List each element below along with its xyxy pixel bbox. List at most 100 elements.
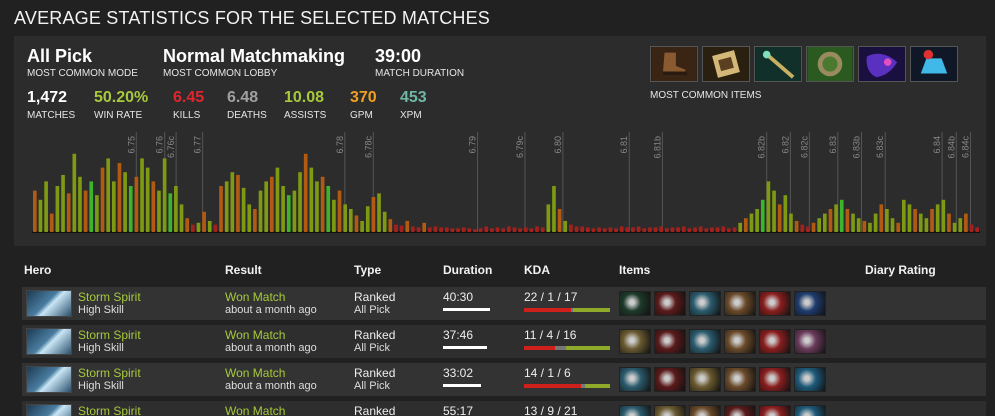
item-icon[interactable] [724, 405, 756, 416]
chart-bar [574, 226, 579, 232]
header-duration[interactable]: Duration [443, 263, 492, 277]
match-result[interactable]: Won Match [225, 366, 285, 380]
lobby-label: MOST COMMON LOBBY [163, 68, 278, 79]
item-icon[interactable] [619, 405, 651, 416]
hero-name[interactable]: Storm Spirit [78, 404, 141, 416]
wand-icon[interactable] [754, 46, 802, 82]
chart-bar [665, 228, 669, 232]
item-icon[interactable] [724, 329, 756, 354]
table-row[interactable]: Storm SpiritHigh SkillWon Matchabout a m… [22, 363, 986, 396]
header-kda[interactable]: KDA [524, 263, 550, 277]
chart-bar [117, 163, 122, 232]
item-icon[interactable] [794, 367, 826, 392]
hero-portrait-icon[interactable] [26, 328, 72, 355]
item-icon[interactable] [619, 329, 651, 354]
hero-name[interactable]: Storm Spirit [78, 366, 141, 380]
match-result[interactable]: Won Match [225, 404, 285, 416]
header-hero[interactable]: Hero [24, 263, 51, 277]
item-icon[interactable] [759, 329, 791, 354]
chart-bar [191, 224, 195, 232]
item-icon[interactable] [654, 329, 686, 354]
kda-bar-deaths [571, 308, 573, 312]
hero-portrait-icon[interactable] [26, 404, 72, 416]
header-result[interactable]: Result [225, 263, 262, 277]
boots-icon[interactable] [650, 46, 698, 82]
match-result[interactable]: Won Match [225, 290, 285, 304]
chart-bar [202, 211, 206, 232]
chart-bar [196, 222, 201, 232]
item-icon[interactable] [689, 405, 721, 416]
item-icon[interactable] [759, 367, 791, 392]
chart-bar [49, 213, 54, 232]
item-list [619, 329, 826, 354]
kda-bar-deaths [555, 346, 566, 350]
item-icon[interactable] [794, 405, 826, 416]
chart-bar [580, 226, 584, 232]
skill-bracket: High Skill [78, 380, 124, 392]
match-result[interactable]: Won Match [225, 328, 285, 342]
kda-value: 22 / 1 / 17 [524, 290, 578, 304]
chart-bar [670, 227, 675, 232]
table-row[interactable]: Storm SpiritHigh SkillWon Matchabout a m… [22, 401, 986, 416]
chart-bar [61, 174, 65, 232]
item-icon[interactable] [689, 291, 721, 316]
hero-name[interactable]: Storm Spirit [78, 290, 141, 304]
item-icon[interactable] [619, 367, 651, 392]
item-icon[interactable] [654, 291, 686, 316]
kda-bar [524, 346, 610, 350]
cloak-icon[interactable] [858, 46, 906, 82]
match-time: about a month ago [225, 304, 317, 316]
chart-bar [777, 204, 782, 232]
chart-bar [676, 227, 680, 232]
chart-bar [563, 220, 568, 232]
chart-bar [140, 158, 144, 232]
chart-bar [924, 218, 929, 232]
table-row[interactable]: Storm SpiritHigh Skill Won Matchabout a m… [22, 287, 986, 320]
chart-bar [44, 181, 48, 232]
patch-label: 6.82 [780, 136, 790, 154]
bottle-icon[interactable] [806, 46, 854, 82]
item-icon[interactable] [794, 329, 826, 354]
hero-name[interactable]: Storm Spirit [78, 328, 141, 342]
header-type[interactable]: Type [354, 263, 381, 277]
chart-bar [298, 172, 302, 232]
chart-bar [856, 218, 861, 232]
chart-bar [806, 226, 810, 232]
chart-bar [518, 228, 522, 232]
chart-bar [309, 167, 314, 232]
chart-bar [467, 228, 472, 232]
header-diary-rating[interactable]: Diary Rating [865, 263, 936, 277]
item-icon[interactable] [654, 367, 686, 392]
chart-bar [72, 153, 77, 232]
item-icon[interactable] [689, 329, 721, 354]
item-icon[interactable] [724, 367, 756, 392]
item-icon[interactable] [724, 291, 756, 316]
item-icon[interactable] [689, 367, 721, 392]
item-icon[interactable] [759, 291, 791, 316]
assists-label: ASSISTS [284, 110, 327, 121]
item-icon[interactable] [619, 291, 651, 316]
hero-portrait-icon[interactable] [26, 290, 72, 317]
patch-label: 6.79c [515, 136, 525, 159]
chart-bar [185, 218, 189, 232]
chart-bar [360, 220, 364, 232]
item-icon[interactable] [654, 405, 686, 416]
chart-bar [749, 213, 754, 232]
kda-value: 14 / 1 / 6 [524, 366, 571, 380]
chart-bar [868, 222, 872, 232]
chart-bar [332, 199, 336, 232]
header-items[interactable]: Items [619, 263, 650, 277]
hero-portrait-icon[interactable] [26, 366, 72, 393]
game-mode: All Pick [354, 342, 391, 354]
chart-bar [461, 227, 466, 232]
deaths-label: DEATHS [227, 110, 267, 121]
match-type: Ranked [354, 404, 396, 416]
table-row[interactable]: Storm SpiritHigh SkillWon Matchabout a m… [22, 325, 986, 358]
skill-bracket: High Skill [78, 304, 124, 316]
potion-icon[interactable] [910, 46, 958, 82]
chart-bar [55, 186, 60, 232]
chart-bar [224, 181, 229, 232]
item-icon[interactable] [794, 291, 826, 316]
scroll-icon[interactable] [702, 46, 750, 82]
item-icon[interactable] [759, 405, 791, 416]
